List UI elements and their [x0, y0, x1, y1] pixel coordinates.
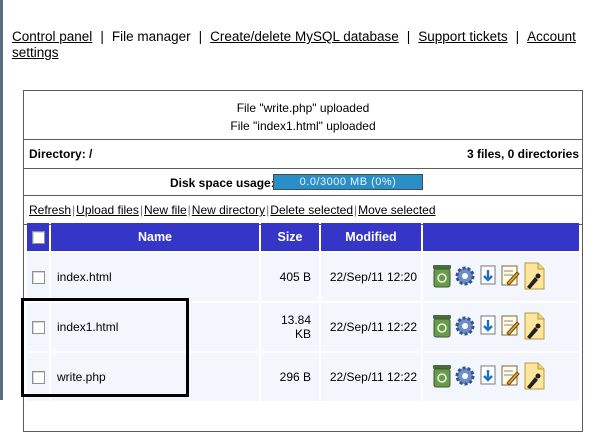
upload-status: File "write.php" uploaded File "index1.h… [24, 91, 582, 140]
move-selected-link[interactable]: Move selected [358, 203, 435, 217]
disk-usage-label: Disk space usage: [170, 176, 275, 190]
rename-icon[interactable] [521, 361, 547, 394]
row-checkbox[interactable] [31, 271, 45, 285]
file-operations [423, 253, 579, 301]
action-separator: | [354, 203, 358, 217]
nav-support-tickets[interactable]: Support tickets [418, 29, 507, 44]
file-size: 405 B [261, 253, 319, 301]
trash-icon[interactable] [431, 263, 453, 292]
directory-row: Directory: / 3 files, 0 directories [24, 140, 582, 169]
table-header: Name Size Modified [27, 223, 579, 251]
gear-icon[interactable] [453, 263, 477, 292]
file-operations [423, 303, 579, 351]
file-modified: 22/Sep/11 12:22 [321, 303, 421, 351]
file-name[interactable]: index.html [51, 253, 259, 301]
nav-control-panel[interactable]: Control panel [12, 29, 92, 44]
directory-label: Directory: / [29, 147, 93, 161]
trash-icon[interactable] [431, 313, 453, 342]
new-file-link[interactable]: New file [144, 203, 187, 217]
file-modified: 22/Sep/11 12:20 [321, 253, 421, 301]
select-all-checkbox[interactable] [31, 231, 45, 245]
action-separator: | [266, 203, 270, 217]
file-size: 296 B [261, 353, 319, 401]
column-name[interactable]: Name [51, 223, 259, 251]
nav-separator: | [515, 29, 520, 44]
status-line: File "index1.html" uploaded [230, 119, 376, 133]
rename-icon[interactable] [521, 311, 547, 344]
disk-usage-row: Disk space usage: 0.0/3000 MB (0%) [24, 169, 582, 196]
highlight-box [21, 298, 189, 397]
refresh-link[interactable]: Refresh [29, 203, 71, 217]
delete-selected-link[interactable]: Delete selected [270, 203, 353, 217]
disk-usage-bar: 0.0/3000 MB (0%) [273, 174, 423, 190]
gear-icon[interactable] [453, 313, 477, 342]
file-modified: 22/Sep/11 12:22 [321, 353, 421, 401]
nav-separator: | [100, 29, 104, 44]
gear-icon[interactable] [453, 363, 477, 392]
edit-icon[interactable] [499, 363, 521, 392]
file-operations [423, 353, 579, 401]
download-icon[interactable] [477, 363, 499, 392]
status-line: File "write.php" uploaded [236, 101, 370, 115]
nav-separator: | [406, 29, 411, 44]
upload-files-link[interactable]: Upload files [76, 203, 139, 217]
new-directory-link[interactable]: New directory [192, 203, 265, 217]
action-separator: | [72, 203, 76, 217]
row-checkbox-cell [27, 253, 49, 301]
edit-icon[interactable] [499, 313, 521, 342]
top-navigation: Control panel | File manager | Create/delete… [12, 29, 592, 61]
directory-summary: 3 files, 0 directories [466, 147, 579, 161]
rename-icon[interactable] [521, 261, 547, 294]
column-modified[interactable]: Modified [321, 223, 421, 251]
download-icon[interactable] [477, 263, 499, 292]
action-separator: | [139, 203, 143, 217]
nav-file-manager: File manager [111, 29, 191, 44]
edit-icon[interactable] [499, 263, 521, 292]
table-row: index.html 405 B 22/Sep/11 12:20 [27, 253, 579, 301]
action-separator: | [187, 203, 191, 217]
download-icon[interactable] [477, 313, 499, 342]
trash-icon[interactable] [431, 363, 453, 392]
column-size[interactable]: Size [261, 223, 319, 251]
file-size: 13.84 KB [261, 303, 319, 351]
column-operations [423, 223, 579, 251]
window-edge [0, 0, 3, 400]
select-all-cell [27, 223, 49, 251]
nav-mysql[interactable]: Create/delete MySQL database [210, 29, 399, 44]
nav-separator: | [198, 29, 203, 44]
